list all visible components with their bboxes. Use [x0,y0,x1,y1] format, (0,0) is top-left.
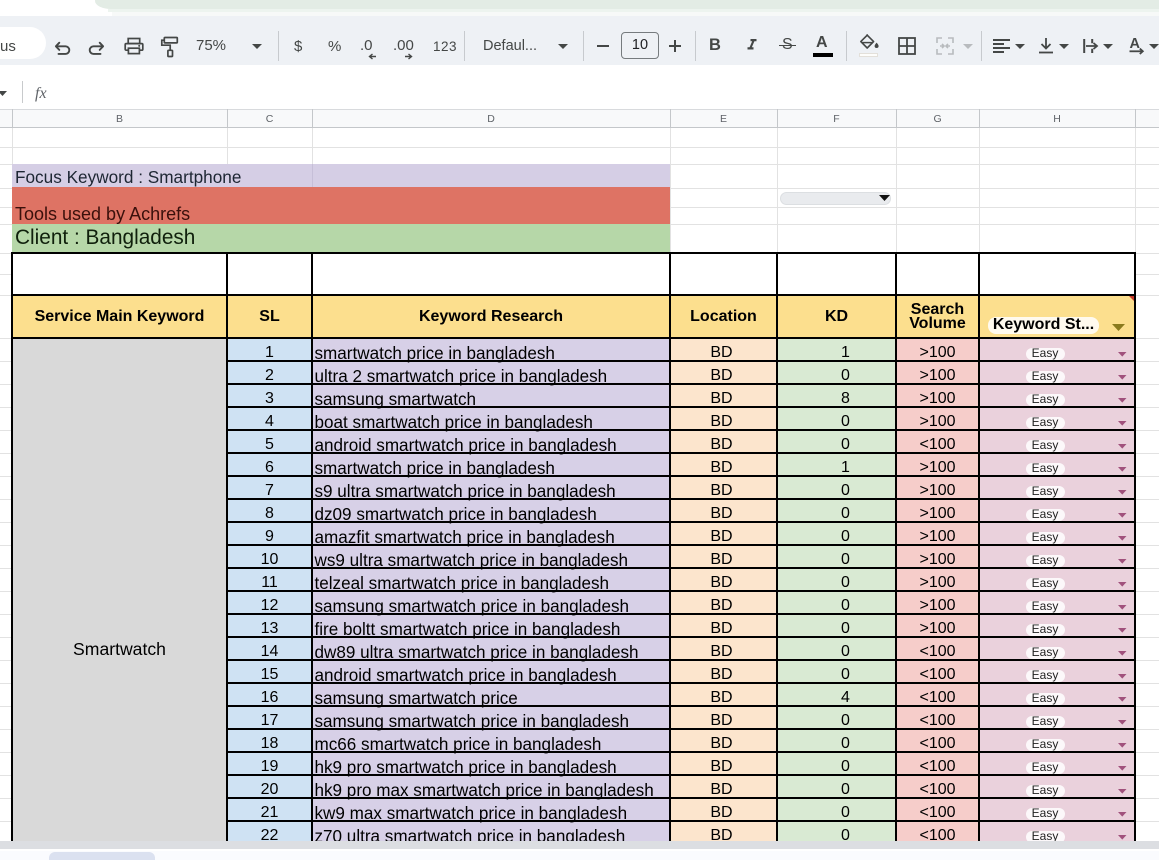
svg-text:A: A [1130,36,1141,52]
